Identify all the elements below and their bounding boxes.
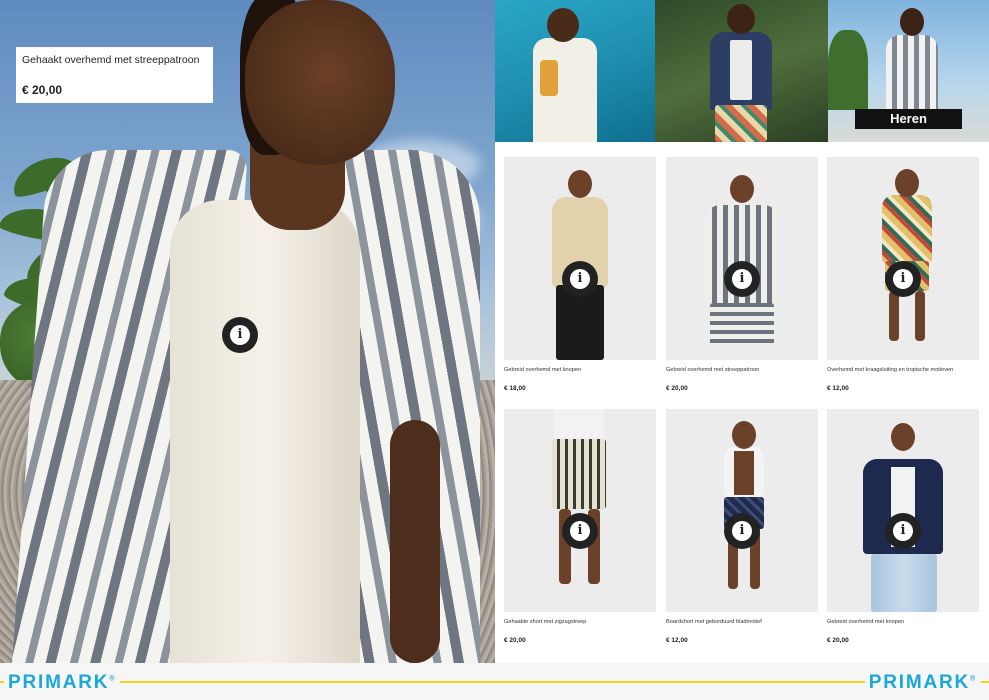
product-price: € 20,00: [827, 637, 849, 644]
primark-logo-left[interactable]: PRIMARK®: [4, 672, 121, 694]
product-name: Gebreid overhemd met streeppatroon: [666, 367, 760, 373]
model-shorts: [715, 105, 767, 142]
product-image[interactable]: i: [666, 157, 818, 360]
model-head: [900, 8, 924, 36]
product-name: Gebreid overhemd met knopen: [504, 367, 582, 373]
product-card[interactable]: i Boardshort met geborduurd bladmotief €…: [666, 409, 818, 644]
model-head: [895, 169, 919, 197]
product-card[interactable]: i Gehaakte short met zigzagstreep € 20,0…: [504, 409, 656, 644]
model-leg: [915, 291, 925, 341]
product-image[interactable]: i: [504, 157, 656, 360]
lifestyle-photo-1: [495, 0, 655, 142]
info-icon[interactable]: i: [562, 261, 598, 297]
info-glyph: i: [570, 521, 590, 541]
striped-shorts: [710, 303, 774, 348]
hero-product-price: € 20,00: [22, 83, 63, 97]
info-glyph: i: [732, 521, 752, 541]
model-head: [568, 170, 592, 198]
product-image[interactable]: i: [827, 157, 979, 360]
model-striped-shirt: [886, 35, 938, 115]
product-price: € 18,00: [504, 385, 526, 392]
model-head: [730, 175, 754, 203]
info-glyph: i: [893, 521, 913, 541]
hero-image: Gehaakt overhemd met streeppatroon € 20,…: [0, 0, 495, 663]
model-arm: [390, 420, 440, 663]
info-glyph: i: [893, 269, 913, 289]
model-undershirt: [730, 40, 752, 100]
info-glyph: i: [732, 269, 752, 289]
info-icon[interactable]: i: [724, 261, 760, 297]
product-name: Overhemd met kraagsluiting en tropische …: [827, 367, 954, 373]
logo-text: PRIMARK: [868, 672, 971, 693]
footer: PRIMARK® PRIMARK®: [0, 663, 989, 700]
product-image[interactable]: i: [666, 409, 818, 612]
product-card[interactable]: i Overhemd met kraagsluiting en tropisch…: [827, 157, 979, 392]
white-top: [554, 409, 604, 439]
hero-product-name: Gehaakt overhemd met streeppatroon: [22, 54, 200, 66]
product-card[interactable]: i Gebreid overhemd met knopen € 18,00: [504, 157, 656, 392]
product-card[interactable]: i Gebreid overhemd met streeppatroon € 2…: [666, 157, 818, 392]
primark-logo-right[interactable]: PRIMARK®: [864, 672, 981, 694]
heren-button[interactable]: Heren: [855, 109, 962, 129]
hero-price-card[interactable]: Gehaakt overhemd met streeppatroon € 20,…: [16, 47, 213, 103]
info-glyph: i: [230, 325, 250, 345]
product-card[interactable]: i Gebreid overhemd met knopen € 20,00: [827, 409, 979, 644]
palm-tree: [828, 30, 868, 110]
product-grid: i Gebreid overhemd met knopen € 18,00 i …: [495, 142, 989, 663]
product-image[interactable]: i: [827, 409, 979, 612]
tank-top: [170, 200, 360, 663]
product-name: Gebreid overhemd met knopen: [827, 619, 905, 625]
model-torso: [734, 451, 754, 495]
model-head: [732, 421, 756, 449]
light-jeans: [871, 554, 937, 612]
tropical-shirt: [882, 195, 932, 263]
product-name: Gehaakte short met zigzagstreep: [504, 619, 587, 625]
product-price: € 20,00: [504, 637, 526, 644]
info-icon[interactable]: i: [222, 317, 258, 353]
model-head: [891, 423, 915, 451]
info-icon[interactable]: i: [885, 513, 921, 549]
info-icon[interactable]: i: [885, 261, 921, 297]
logo-text: PRIMARK: [8, 672, 110, 693]
info-icon[interactable]: i: [724, 513, 760, 549]
model-head: [245, 0, 395, 165]
trademark-symbol: ®: [109, 675, 117, 683]
lifestyle-photo-2: [655, 0, 828, 142]
model-head: [727, 4, 755, 34]
model-head: [547, 8, 579, 42]
product-price: € 12,00: [666, 637, 688, 644]
product-image[interactable]: i: [504, 409, 656, 612]
info-icon[interactable]: i: [562, 513, 598, 549]
zigzag-shorts: [552, 439, 606, 509]
product-name: Boardshort met geborduurd bladmotief: [666, 619, 762, 625]
model-leg: [889, 291, 899, 341]
info-glyph: i: [570, 269, 590, 289]
trademark-symbol: ®: [970, 675, 977, 683]
product-price: € 12,00: [827, 385, 849, 392]
footer-yellow-line: [0, 681, 989, 683]
product-price: € 20,00: [666, 385, 688, 392]
tee-print: [540, 60, 558, 96]
